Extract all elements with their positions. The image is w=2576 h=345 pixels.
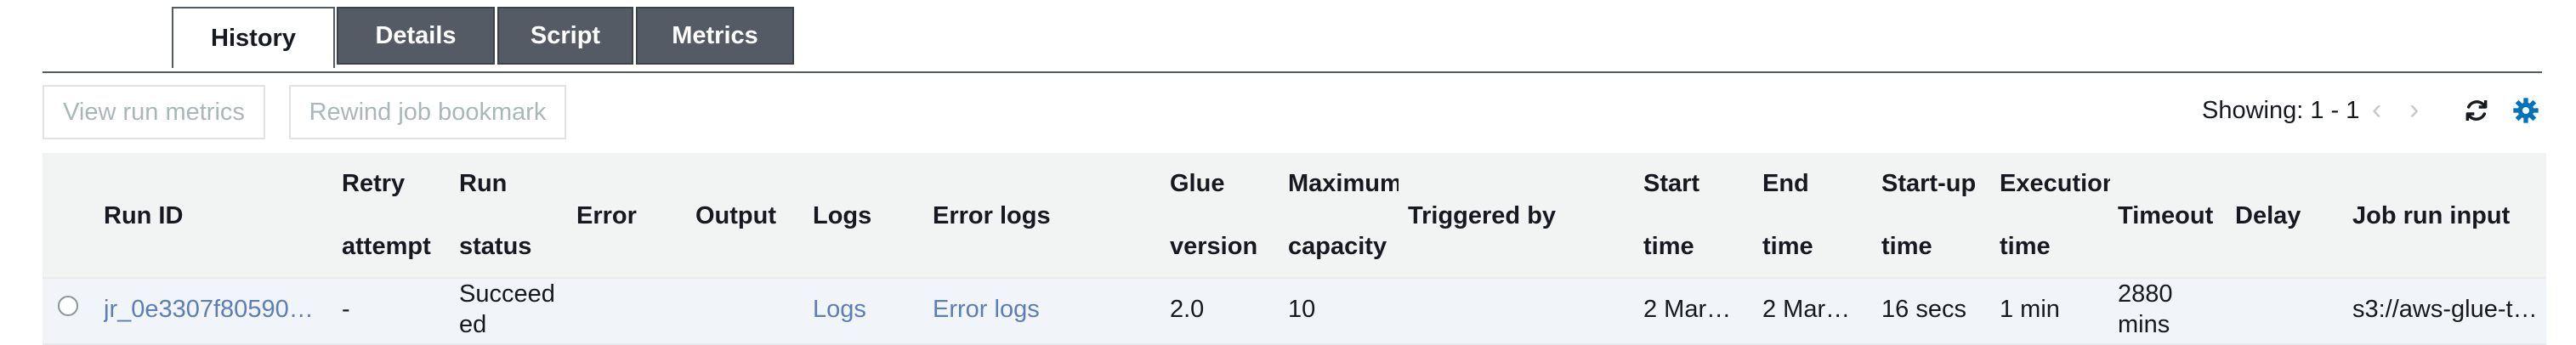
column-header-end-time[interactable]: End bbox=[1762, 153, 1809, 214]
chevron-right-icon[interactable]: › bbox=[2409, 93, 2419, 127]
row-select-radio[interactable] bbox=[58, 296, 78, 316]
gear-icon[interactable] bbox=[2512, 97, 2539, 124]
tab-bar-divider bbox=[43, 71, 2542, 73]
execution-time-cell: 1 min bbox=[2000, 296, 2060, 323]
column-header-maximum-capacity-line2: capacity bbox=[1288, 233, 1387, 260]
column-header-output[interactable]: Output bbox=[695, 185, 776, 246]
column-header-retry-attempt[interactable]: Retry bbox=[342, 153, 405, 214]
tab-metrics[interactable]: Metrics bbox=[636, 7, 794, 65]
view-run-metrics-button[interactable]: View run metrics bbox=[43, 85, 265, 139]
column-header-maximum-capacity[interactable]: Maximum bbox=[1288, 153, 1399, 214]
start-time-cell: 2 Mar… bbox=[1643, 296, 1732, 323]
tab-script[interactable]: Script bbox=[497, 7, 633, 65]
retry-attempt-cell: - bbox=[342, 296, 350, 323]
column-header-run-id[interactable]: Run ID bbox=[104, 185, 183, 246]
column-header-triggered-by[interactable]: Triggered by bbox=[1408, 185, 1556, 246]
column-header-timeout[interactable]: Timeout bbox=[2118, 185, 2213, 246]
chevron-left-icon[interactable]: ‹ bbox=[2372, 93, 2381, 127]
timeout-cell: 2880 bbox=[2118, 280, 2173, 308]
run-status-cell: Succeed bbox=[459, 280, 555, 308]
run-status-cell-line2: ed bbox=[459, 311, 487, 338]
error-logs-link[interactable]: Error logs bbox=[933, 296, 1040, 324]
column-header-end-time-line2: time bbox=[1762, 233, 1813, 260]
column-header-execution-time-line2: time bbox=[2000, 233, 2051, 260]
max-capacity-cell: 10 bbox=[1288, 296, 1316, 323]
column-header-job-run-input[interactable]: Job run input bbox=[2352, 185, 2510, 246]
tab-details[interactable]: Details bbox=[337, 7, 495, 65]
job-run-input-cell: s3://aws-glue-te… bbox=[2352, 296, 2546, 323]
end-time-cell: 2 Mar… bbox=[1762, 296, 1851, 323]
column-header-startup-time-line2: time bbox=[1881, 233, 1932, 260]
column-header-glue-version-line2: version bbox=[1170, 233, 1258, 260]
tab-bar: History Details Script Metrics bbox=[0, 7, 2576, 73]
column-header-run-status[interactable]: Run bbox=[459, 153, 507, 214]
tab-history[interactable]: History bbox=[172, 7, 335, 68]
column-header-startup-time[interactable]: Start-up bbox=[1881, 153, 1976, 214]
column-header-error-logs[interactable]: Error logs bbox=[933, 185, 1051, 246]
column-header-glue-version[interactable]: Glue bbox=[1170, 153, 1224, 214]
column-header-start-time-line2: time bbox=[1643, 233, 1694, 260]
column-header-delay[interactable]: Delay bbox=[2235, 185, 2301, 246]
pagination-status: Showing: 1 - 1 bbox=[2202, 97, 2360, 124]
column-header-error[interactable]: Error bbox=[576, 185, 637, 246]
timeout-cell-line2: mins bbox=[2118, 311, 2170, 338]
column-header-start-time[interactable]: Start bbox=[1643, 153, 1699, 214]
column-header-logs[interactable]: Logs bbox=[813, 185, 871, 246]
rewind-job-bookmark-button[interactable]: Rewind job bookmark bbox=[289, 85, 566, 139]
glue-version-cell: 2.0 bbox=[1170, 296, 1205, 323]
column-header-execution-time[interactable]: Execution bbox=[2000, 153, 2110, 214]
refresh-icon[interactable] bbox=[2463, 97, 2490, 124]
run-id-link[interactable]: jr_0e3307f80590… bbox=[104, 296, 321, 324]
column-header-retry-attempt-line2: attempt bbox=[342, 233, 431, 260]
startup-time-cell: 16 secs bbox=[1881, 296, 1966, 323]
logs-link[interactable]: Logs bbox=[813, 296, 866, 324]
column-header-run-status-line2: status bbox=[459, 233, 532, 260]
